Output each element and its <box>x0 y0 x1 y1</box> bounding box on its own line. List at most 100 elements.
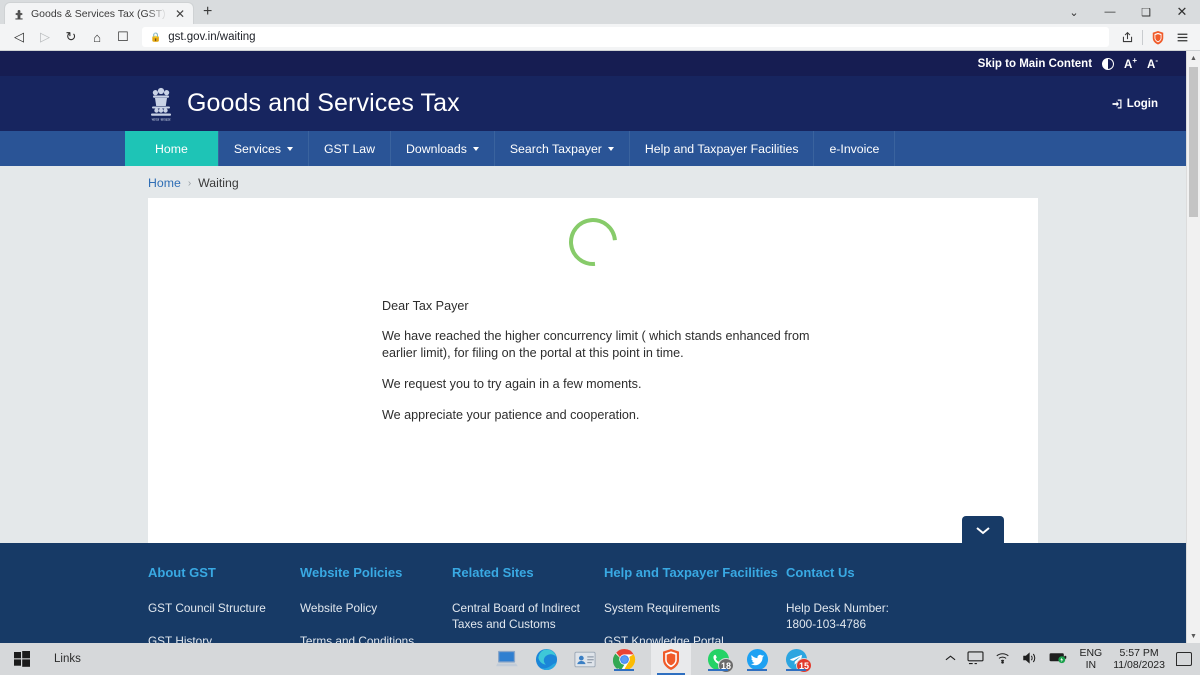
whatsapp-icon[interactable]: 18 <box>706 647 734 673</box>
chevron-up-icon[interactable] <box>945 653 956 665</box>
close-window-button[interactable]: ✕ <box>1164 0 1200 24</box>
browser-tab-title: Goods & Services Tax (GST) | Web <box>31 7 167 20</box>
back-icon[interactable]: ◁ <box>6 25 32 49</box>
loading-spinner <box>559 208 627 276</box>
maximize-button[interactable]: ❑ <box>1128 0 1164 24</box>
footer-link[interactable]: Central Board of Indirect Taxes and Cust… <box>452 600 590 632</box>
scrollbar-down-arrow[interactable]: ▼ <box>1187 629 1200 643</box>
footer-column-help-and-taxpayer-facilities: Help and Taxpayer Facilities System Requ… <box>604 565 786 643</box>
clock[interactable]: 5:57 PM 11/08/2023 <box>1113 647 1165 671</box>
scrollbar-thumb[interactable] <box>1189 67 1198 217</box>
browser-tab-gst[interactable]: Goods & Services Tax (GST) | Web ✕ <box>4 2 194 24</box>
nav-item-gst-law[interactable]: GST Law <box>309 131 391 166</box>
waiting-message: Dear Tax Payer We have reached the highe… <box>382 298 812 438</box>
nav-item-search-taxpayer[interactable]: Search Taxpayer <box>495 131 630 166</box>
forward-icon[interactable]: ▷ <box>32 25 58 49</box>
chevron-down-icon <box>607 146 614 151</box>
chevron-down-icon <box>286 146 293 151</box>
font-decrease-button[interactable]: A- <box>1147 56 1158 71</box>
brave-browser-icon[interactable] <box>651 643 691 675</box>
main-navigation: Home Services GST Law Downloads Search T… <box>0 131 1186 166</box>
notification-icon[interactable] <box>1176 652 1192 666</box>
speaker-icon[interactable] <box>1022 651 1038 668</box>
footer-heading: Website Policies <box>300 565 403 580</box>
twitter-icon[interactable] <box>745 647 769 671</box>
share-icon[interactable] <box>1115 25 1139 49</box>
reload-icon[interactable]: ↻ <box>58 25 84 49</box>
brave-shield-icon[interactable] <box>1146 25 1170 49</box>
contacts-icon[interactable] <box>573 647 597 671</box>
india-emblem-favicon <box>13 8 25 20</box>
footer-link[interactable]: GST Council Structure <box>148 600 286 616</box>
telegram-icon[interactable]: 15 <box>784 647 812 673</box>
scrollbar-up-arrow[interactable]: ▲ <box>1187 51 1200 65</box>
address-bar[interactable]: 🔒 gst.gov.in/waiting <box>142 27 1109 47</box>
login-link[interactable]: Login <box>1111 98 1158 110</box>
taskbar-app-icons: 18 15 <box>495 643 812 675</box>
wifi-icon[interactable] <box>995 651 1011 667</box>
tab-search-icon[interactable]: ⌄ <box>1056 0 1092 24</box>
site-footer: About GST GST Council Structure GST Hist… <box>0 543 1186 643</box>
login-label: Login <box>1126 97 1158 110</box>
page-viewport: Skip to Main Content A+ A- भारत सरकार Go… <box>0 51 1200 643</box>
footer-heading: Help and Taxpayer Facilities <box>604 565 778 580</box>
windows-taskbar: Links 18 15 ENG IN 5:57 PM 11/08/2023 <box>0 643 1200 675</box>
footer-link[interactable]: GST History <box>148 633 286 643</box>
microsoft-edge-icon[interactable] <box>534 647 558 671</box>
footer-link[interactable]: Website Policy <box>300 600 438 616</box>
home-icon[interactable]: ⌂ <box>84 25 110 49</box>
monitor-network-icon[interactable] <box>967 650 984 668</box>
address-bar-url: gst.gov.in/waiting <box>168 31 256 43</box>
input-language-indicator[interactable]: ENG IN <box>1079 647 1102 671</box>
font-increase-button[interactable]: A+ <box>1124 56 1137 71</box>
clock-date: 11/08/2023 <box>1113 659 1165 671</box>
breadcrumb: Home › Waiting <box>0 166 1186 198</box>
links-toolbar-label[interactable]: Links <box>54 653 81 665</box>
whatsapp-badge: 18 <box>717 658 734 673</box>
svg-text:भारत सरकार: भारत सरकार <box>151 117 170 122</box>
new-tab-button[interactable]: + <box>194 2 221 24</box>
greeting-text: Dear Tax Payer <box>382 299 469 313</box>
nav-item-downloads[interactable]: Downloads <box>391 131 495 166</box>
footer-column-related-sites: Related Sites Central Board of Indirect … <box>452 565 604 643</box>
scroll-down-button[interactable] <box>962 516 1004 543</box>
browser-toolbar: ◁ ▷ ↻ ⌂ ☐ 🔒 gst.gov.in/waiting <box>0 24 1200 51</box>
login-arrow-icon <box>1112 99 1122 108</box>
remote-desktop-icon[interactable] <box>495 647 519 671</box>
chevron-down-icon <box>976 526 990 534</box>
skip-to-main-content-link[interactable]: Skip to Main Content <box>978 58 1092 70</box>
contrast-toggle-icon[interactable] <box>1102 57 1115 70</box>
india-national-emblem: भारत सरकार <box>148 84 174 124</box>
footer-link[interactable]: GST Knowledge Portal <box>604 633 772 643</box>
nav-item-home[interactable]: Home <box>125 131 219 166</box>
breadcrumb-current: Waiting <box>198 176 239 190</box>
help-desk-number: 1800-103-4786 <box>786 617 867 631</box>
google-chrome-icon[interactable] <box>612 647 636 671</box>
message-paragraph-3: We appreciate your patience and cooperat… <box>382 408 640 422</box>
help-desk-label: Help Desk Number: <box>786 601 889 615</box>
clock-time: 5:57 PM <box>1119 647 1159 659</box>
nav-item-e-invoice[interactable]: e-Invoice <box>814 131 896 166</box>
browser-title-bar: Goods & Services Tax (GST) | Web ✕ + ⌄ —… <box>0 0 1200 24</box>
windows-start-icon[interactable] <box>0 643 44 675</box>
tab-close-icon[interactable]: ✕ <box>173 8 187 20</box>
nav-item-help-and-taxpayer-facilities[interactable]: Help and Taxpayer Facilities <box>630 131 815 166</box>
nav-item-services[interactable]: Services <box>219 131 309 166</box>
padlock-icon: 🔒 <box>150 31 162 42</box>
footer-heading: About GST <box>148 565 216 580</box>
footer-heading: Related Sites <box>452 565 534 580</box>
minimize-button[interactable]: — <box>1092 0 1128 24</box>
waiting-card: Dear Tax Payer We have reached the highe… <box>148 198 1038 543</box>
footer-link[interactable]: Terms and Conditions <box>300 633 438 643</box>
footer-column-website-policies: Website Policies Website Policy Terms an… <box>300 565 452 643</box>
bookmark-icon[interactable]: ☐ <box>110 25 136 49</box>
breadcrumb-home-link[interactable]: Home <box>148 176 181 190</box>
tab-strip: Goods & Services Tax (GST) | Web ✕ + <box>0 0 221 24</box>
page-scrollbar[interactable]: ▲ ▼ <box>1186 51 1200 643</box>
page-content: Skip to Main Content A+ A- भारत सरकार Go… <box>0 51 1186 643</box>
hamburger-menu-icon[interactable] <box>1170 25 1194 49</box>
footer-column-about-gst: About GST GST Council Structure GST Hist… <box>148 565 300 643</box>
footer-link[interactable]: System Requirements <box>604 600 772 616</box>
battery-charging-icon[interactable] <box>1049 651 1068 667</box>
toolbar-divider <box>1142 29 1143 45</box>
